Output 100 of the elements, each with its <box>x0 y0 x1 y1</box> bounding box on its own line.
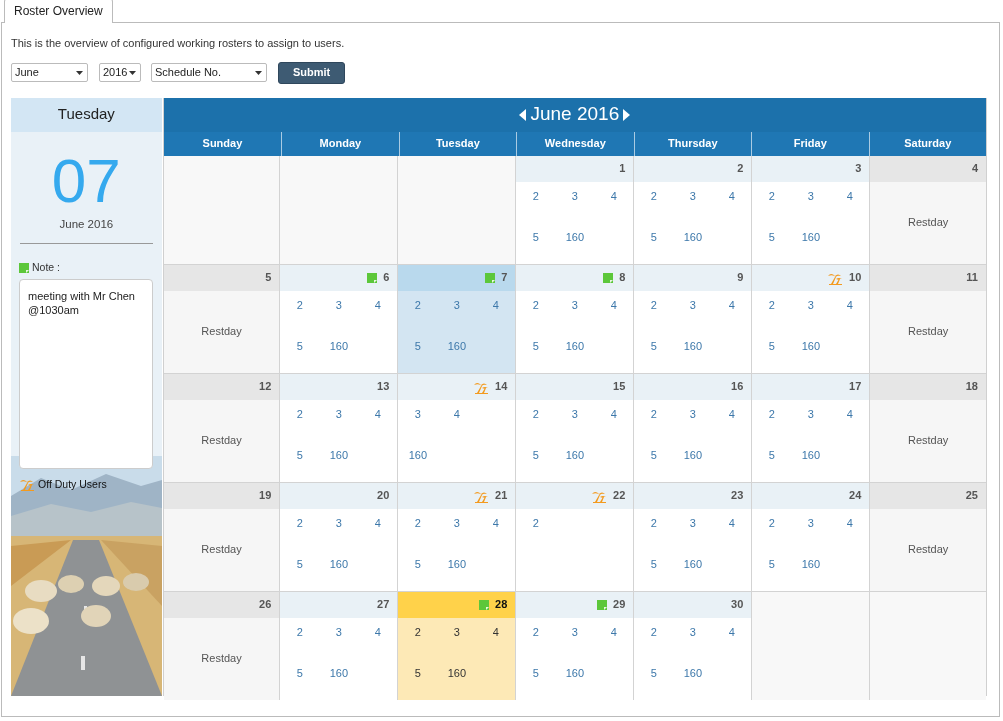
schedule-code[interactable]: 3 <box>673 514 713 531</box>
schedule-code[interactable]: 2 <box>634 623 674 640</box>
schedule-code[interactable]: 4 <box>358 623 398 640</box>
roster-overview-tab[interactable]: Roster Overview <box>4 0 113 23</box>
schedule-code[interactable]: 3 <box>437 296 477 313</box>
calendar-day-cell[interactable]: 21 2 3 4 5 160 <box>398 482 516 591</box>
schedule-code[interactable]: 3 <box>673 296 713 313</box>
schedule-code[interactable]: 2 <box>398 514 438 531</box>
schedule-code[interactable]: 3 <box>319 405 359 422</box>
schedule-code[interactable]: 4 <box>358 514 398 531</box>
schedule-code[interactable]: 5 <box>634 664 674 681</box>
schedule-code[interactable]: 4 <box>712 514 752 531</box>
calendar-day-cell[interactable]: 17 2 3 4 5 160 <box>752 373 870 482</box>
schedule-code[interactable]: 2 <box>516 187 556 204</box>
schedule-code[interactable]: 4 <box>830 514 870 531</box>
schedule-code[interactable]: 2 <box>398 623 438 640</box>
schedule-code[interactable]: 5 <box>752 337 792 354</box>
calendar-day-cell[interactable]: 3 2 3 4 5 160 <box>752 155 870 264</box>
schedule-code[interactable]: 4 <box>712 187 752 204</box>
calendar-day-cell[interactable]: 16 2 3 4 5 160 <box>634 373 752 482</box>
calendar-day-cell[interactable]: 12 Restday <box>163 373 280 482</box>
schedule-code[interactable]: 2 <box>752 514 792 531</box>
schedule-code[interactable]: 160 <box>319 337 359 354</box>
schedule-code[interactable]: 3 <box>555 405 595 422</box>
schedule-code[interactable]: 2 <box>634 405 674 422</box>
schedule-code[interactable]: 4 <box>476 296 516 313</box>
month-select[interactable]: June <box>11 63 88 82</box>
schedule-code[interactable]: 4 <box>712 623 752 640</box>
calendar-day-cell[interactable]: 4 Restday <box>870 155 986 264</box>
schedule-code[interactable]: 160 <box>791 446 831 463</box>
schedule-code[interactable]: 3 <box>437 623 477 640</box>
schedule-code[interactable]: 160 <box>673 446 713 463</box>
schedule-code[interactable]: 160 <box>319 555 359 572</box>
schedule-code[interactable]: 5 <box>516 664 556 681</box>
year-select[interactable]: 2016 <box>99 63 141 82</box>
schedule-code[interactable]: 3 <box>555 296 595 313</box>
schedule-code[interactable]: 5 <box>634 555 674 572</box>
calendar-day-cell[interactable]: 30 2 3 4 5 160 <box>634 591 752 700</box>
schedule-code[interactable]: 3 <box>791 296 831 313</box>
schedule-code[interactable]: 2 <box>634 514 674 531</box>
schedule-code[interactable]: 2 <box>634 187 674 204</box>
schedule-code[interactable]: 4 <box>437 405 477 422</box>
calendar-day-cell[interactable]: 13 2 3 4 5 160 <box>280 373 398 482</box>
schedule-code[interactable]: 160 <box>555 337 595 354</box>
schedule-code[interactable]: 4 <box>594 405 634 422</box>
schedule-code[interactable]: 3 <box>791 514 831 531</box>
schedule-code[interactable]: 2 <box>280 514 320 531</box>
schedule-code[interactable]: 5 <box>398 555 438 572</box>
calendar-day-cell[interactable]: 18 Restday <box>870 373 986 482</box>
schedule-code[interactable]: 3 <box>319 623 359 640</box>
schedule-code[interactable]: 160 <box>673 664 713 681</box>
calendar-day-cell[interactable]: 24 2 3 4 5 160 <box>752 482 870 591</box>
schedule-code[interactable]: 2 <box>752 296 792 313</box>
calendar-day-cell[interactable]: 8 2 3 4 5 160 <box>516 264 634 373</box>
schedule-code[interactable]: 5 <box>398 664 438 681</box>
schedule-code[interactable]: 5 <box>516 446 556 463</box>
calendar-day-cell[interactable]: 20 2 3 4 5 160 <box>280 482 398 591</box>
schedule-code[interactable]: 160 <box>791 228 831 245</box>
schedule-code[interactable]: 2 <box>752 187 792 204</box>
schedule-code[interactable]: 4 <box>358 296 398 313</box>
schedule-code[interactable]: 3 <box>398 405 438 422</box>
schedule-code[interactable]: 3 <box>673 623 713 640</box>
next-month-button[interactable] <box>623 108 631 121</box>
schedule-select[interactable]: Schedule No. <box>151 63 267 82</box>
schedule-code[interactable]: 3 <box>555 623 595 640</box>
calendar-day-cell[interactable]: 28 2 3 4 5 160 <box>398 591 516 700</box>
schedule-code[interactable]: 5 <box>398 337 438 354</box>
schedule-code[interactable]: 160 <box>437 664 477 681</box>
schedule-code[interactable]: 5 <box>280 664 320 681</box>
previous-month-button[interactable] <box>519 108 527 121</box>
calendar-day-cell[interactable]: 15 2 3 4 5 160 <box>516 373 634 482</box>
schedule-code[interactable]: 5 <box>280 446 320 463</box>
schedule-code[interactable]: 5 <box>280 337 320 354</box>
calendar-day-cell[interactable]: 10 2 3 4 5 160 <box>752 264 870 373</box>
calendar-day-cell[interactable]: 2 2 3 4 5 160 <box>634 155 752 264</box>
schedule-code[interactable]: 160 <box>673 555 713 572</box>
schedule-code[interactable]: 2 <box>752 405 792 422</box>
schedule-code[interactable]: 4 <box>476 514 516 531</box>
schedule-code[interactable]: 160 <box>437 555 477 572</box>
schedule-code[interactable]: 4 <box>594 296 634 313</box>
calendar-day-cell[interactable]: 9 2 3 4 5 160 <box>634 264 752 373</box>
schedule-code[interactable]: 4 <box>476 623 516 640</box>
schedule-code[interactable]: 160 <box>398 446 438 463</box>
calendar-day-cell[interactable]: 23 2 3 4 5 160 <box>634 482 752 591</box>
schedule-code[interactable]: 4 <box>830 187 870 204</box>
schedule-code[interactable]: 160 <box>437 337 477 354</box>
schedule-code[interactable]: 3 <box>319 514 359 531</box>
submit-button[interactable]: Submit <box>278 61 346 84</box>
calendar-day-cell[interactable]: 29 2 3 4 5 160 <box>516 591 634 700</box>
schedule-code[interactable]: 2 <box>516 405 556 422</box>
schedule-code[interactable]: 3 <box>673 405 713 422</box>
schedule-code[interactable]: 2 <box>280 623 320 640</box>
calendar-day-cell[interactable]: 25 Restday <box>870 482 986 591</box>
schedule-code[interactable]: 3 <box>555 187 595 204</box>
schedule-code[interactable]: 3 <box>319 296 359 313</box>
schedule-code[interactable]: 4 <box>712 296 752 313</box>
schedule-code[interactable]: 3 <box>437 514 477 531</box>
schedule-code[interactable]: 160 <box>555 664 595 681</box>
schedule-code[interactable]: 2 <box>280 296 320 313</box>
schedule-code[interactable]: 3 <box>791 187 831 204</box>
